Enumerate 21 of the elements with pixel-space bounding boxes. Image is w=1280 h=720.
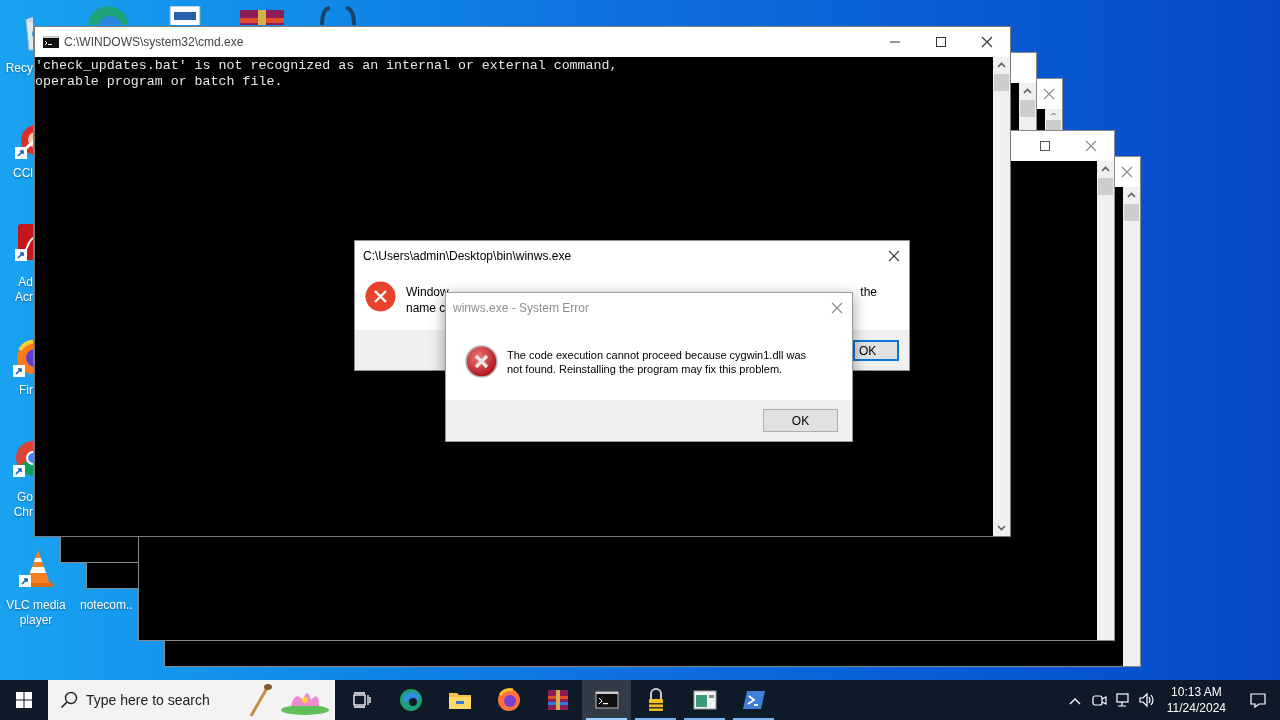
message-text: the xyxy=(860,285,877,300)
desktop-icon-label[interactable]: Recy xyxy=(0,61,33,76)
desktop-icon-label[interactable]: notecom.. xyxy=(80,598,133,613)
desktop-icon-label[interactable]: VLC media player xyxy=(0,598,72,628)
dialog-title: C:\Users\admin\Desktop\bin\winws.exe xyxy=(363,248,573,265)
ok-button[interactable]: OK xyxy=(853,339,899,361)
desktop-icon-label[interactable]: Fir xyxy=(0,383,33,398)
desktop-icon-label[interactable]: Go Chr xyxy=(0,490,33,520)
clock-date: 11/24/2024 xyxy=(1166,700,1226,716)
console-line: 'check_updates.bat' is not recognized as an internal or external command, xyxy=(35,58,619,74)
ok-button[interactable]: OK xyxy=(763,409,838,432)
clock-time: 10:13 AM xyxy=(1171,684,1222,700)
clock[interactable]: 10:13 AM 11/24/2024 xyxy=(1162,680,1230,720)
dialog-title: winws.exe - System Error xyxy=(453,300,591,317)
console-line: operable program or batch file. xyxy=(35,74,284,90)
message-text: The code execution cannot proceed because cygwin1.dll was not found. Reinstalling the program may fix this problem. xyxy=(507,347,808,376)
desktop-icon-label[interactable]: CCl xyxy=(0,166,33,181)
window-title: C:\WINDOWS\system32\cmd.exe xyxy=(64,34,245,51)
message-text: name c xyxy=(406,301,446,316)
desktop-icon-label[interactable]: Ad Acr xyxy=(0,275,33,305)
search-field[interactable]: Type here to search xyxy=(48,680,335,720)
